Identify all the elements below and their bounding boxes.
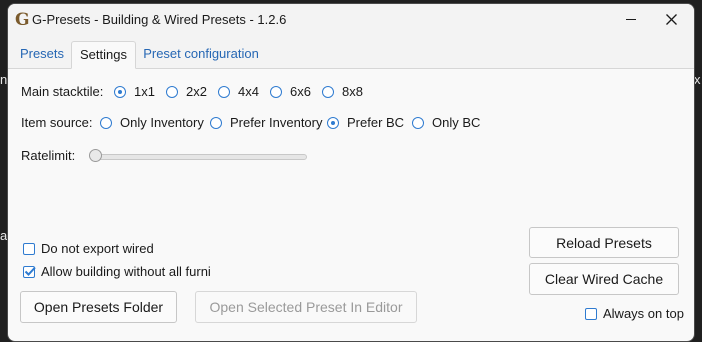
minimize-icon [626,19,636,20]
radio-label: 4x4 [238,84,259,99]
allow-building-checkbox[interactable]: Allow building without all furni [23,264,211,279]
item-source-label: Item source: [21,115,93,130]
app-logo-icon: G [15,10,30,30]
radio-stacktile-1x1[interactable]: 1x1 [114,84,155,99]
do-not-export-wired-checkbox[interactable]: Do not export wired [23,241,154,256]
checkmark-icon [24,266,36,276]
clear-wired-cache-button[interactable]: Clear Wired Cache [529,263,679,295]
ratelimit-slider-track[interactable] [95,154,307,160]
radio-stacktile-6x6[interactable]: 6x6 [270,84,311,99]
radio-label: Prefer Inventory [230,115,323,130]
radio-stacktile-4x4[interactable]: 4x4 [218,84,259,99]
checkbox-indicator [585,307,597,320]
checkbox-indicator [23,242,35,255]
close-icon [666,14,677,25]
radio-label: Only BC [432,115,481,130]
reload-presets-button[interactable]: Reload Presets [529,227,679,258]
radio-stacktile-2x2[interactable]: 2x2 [166,84,207,99]
open-presets-folder-button[interactable]: Open Presets Folder [20,291,177,323]
checkbox-label: Allow building without all furni [41,264,211,279]
checkbox-label: Always on top [603,306,684,321]
tab-presets[interactable]: Presets [15,41,69,68]
radio-label: Only Inventory [120,115,204,130]
radio-label: 6x6 [290,84,311,99]
radio-indicator [210,116,222,129]
ratelimit-label: Ratelimit: [21,148,76,163]
open-selected-preset-button[interactable]: Open Selected Preset In Editor [195,291,417,323]
radio-label: 2x2 [186,84,207,99]
radio-source-prefer-bc[interactable]: Prefer BC [327,115,404,130]
always-on-top-checkbox[interactable]: Always on top [585,306,684,321]
app-window: G G-Presets - Building & Wired Presets -… [7,3,695,342]
main-stacktile-label: Main stacktile: [21,84,104,99]
radio-indicator [270,85,282,98]
radio-label: 8x8 [342,84,363,99]
radio-source-only-inventory[interactable]: Only Inventory [100,115,204,130]
close-button[interactable] [648,4,694,35]
radio-source-prefer-inventory[interactable]: Prefer Inventory [210,115,323,130]
radio-indicator [412,116,424,129]
tab-settings[interactable]: Settings [71,41,136,69]
checkbox-label: Do not export wired [41,241,154,256]
tab-bar: Presets Settings Preset configuration [8,35,694,69]
checkbox-indicator [23,265,36,278]
radio-label: Prefer BC [347,115,405,130]
radio-indicator [322,85,334,98]
window-title: G-Presets - Building & Wired Presets - 1… [32,12,287,27]
radio-indicator [100,116,112,129]
radio-label: 1x1 [134,84,155,99]
radio-indicator [327,116,339,129]
radio-indicator [166,85,178,98]
radio-indicator [218,85,230,98]
ratelimit-slider-thumb[interactable] [89,149,102,162]
radio-indicator [114,85,126,98]
title-bar[interactable]: G G-Presets - Building & Wired Presets -… [8,4,694,35]
radio-source-only-bc[interactable]: Only BC [412,115,480,130]
tab-preset-configuration[interactable]: Preset configuration [141,41,261,68]
radio-stacktile-8x8[interactable]: 8x8 [322,84,363,99]
